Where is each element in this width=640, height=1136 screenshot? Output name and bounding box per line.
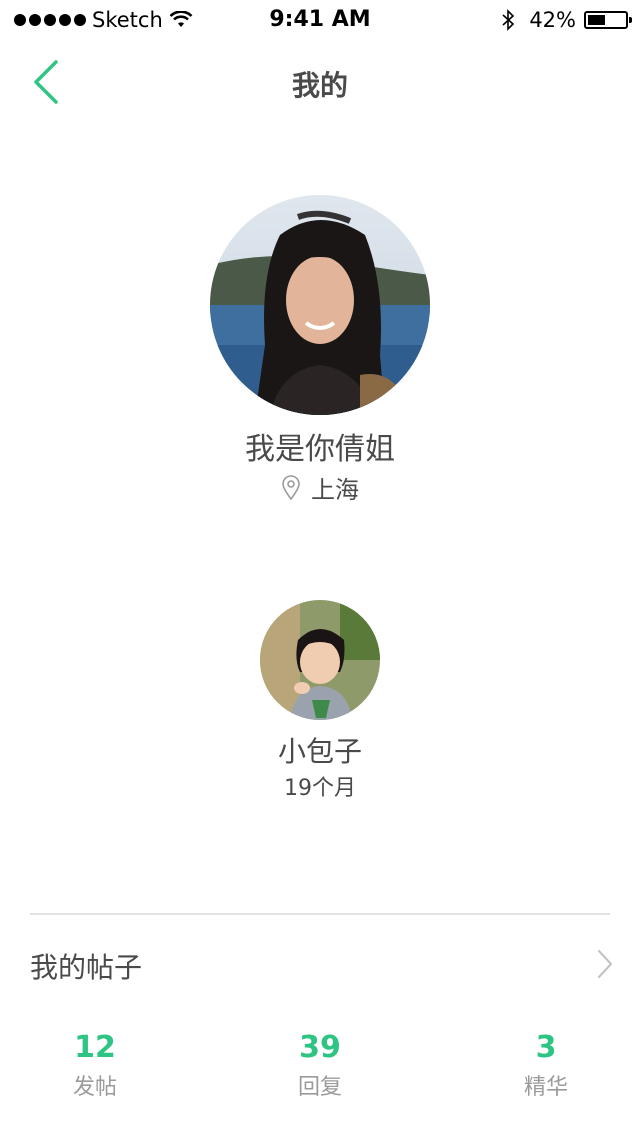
battery-percent: 42% [529, 8, 576, 32]
location-label: 上海 [311, 476, 359, 504]
bluetooth-icon [502, 9, 515, 31]
stat-posts-label: 发帖 [72, 1075, 117, 1100]
child-avatar[interactable] [260, 600, 380, 720]
user-avatar[interactable] [210, 195, 430, 415]
child-age: 19个月 [284, 776, 356, 801]
stat-featured-label: 精华 [523, 1075, 568, 1100]
stat-replies-value: 39 [299, 1030, 341, 1065]
battery-icon [584, 11, 632, 29]
stat-replies[interactable]: 39 回复 [250, 1030, 390, 1101]
status-right: 42% [501, 8, 632, 32]
stat-featured-value: 3 [535, 1030, 557, 1065]
stat-posts[interactable]: 12 发帖 [25, 1030, 165, 1101]
stat-replies-label: 回复 [297, 1075, 342, 1100]
status-bar: Sketch 9:41 AM 42% [0, 0, 640, 40]
user-name: 我是你倩姐 [245, 432, 395, 467]
child-photo [260, 600, 380, 720]
divider [30, 913, 610, 915]
child-name: 小包子 [277, 735, 362, 768]
chevron-right-icon [597, 949, 613, 979]
stat-posts-value: 12 [74, 1030, 116, 1065]
location-pin-icon [282, 474, 300, 500]
my-posts-row[interactable]: 我的帖子 [0, 930, 640, 1000]
page-title: 我的 [291, 69, 348, 102]
user-location: 上海 [0, 470, 640, 505]
stat-featured[interactable]: 3 精华 [476, 1030, 616, 1101]
avatar-photo [210, 195, 430, 415]
nav-bar: 我的 [0, 40, 640, 128]
my-posts-label: 我的帖子 [30, 951, 143, 984]
